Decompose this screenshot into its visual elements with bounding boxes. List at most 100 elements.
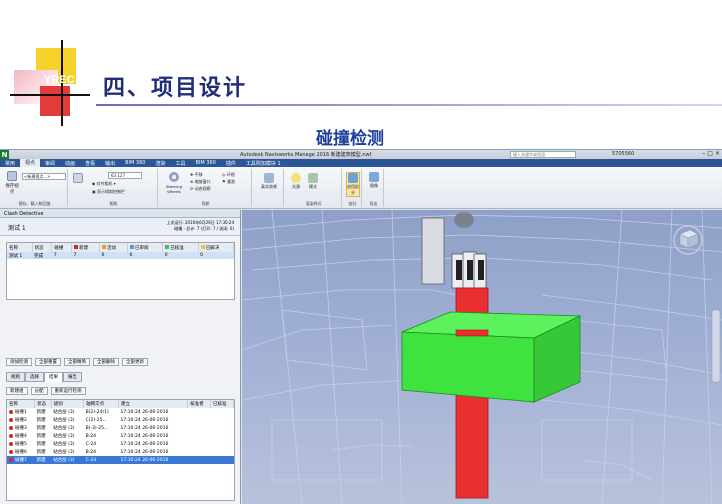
navisworks-logo-icon[interactable]: N <box>0 150 9 159</box>
lighting-button[interactable]: 光源 <box>289 173 303 190</box>
steering-wheels-button[interactable]: Steering Wheels <box>163 172 185 194</box>
results-header-0[interactable]: 名称 <box>7 400 36 408</box>
summary-header-0[interactable]: 名称 <box>7 243 33 252</box>
tab-1[interactable]: 视点 <box>20 159 41 167</box>
tab-4[interactable]: 查看 <box>80 160 100 167</box>
perspective-icon[interactable] <box>73 173 83 185</box>
results-header-4[interactable]: 建立 <box>118 400 189 408</box>
result-status[interactable]: 新建 <box>35 416 52 424</box>
result-status[interactable]: 新建 <box>35 432 52 440</box>
orbit-tool[interactable]: ⟳ 动态观察 <box>190 185 211 192</box>
viewpoint-select[interactable]: <新建视点...> <box>22 173 66 180</box>
result-approver <box>187 456 211 464</box>
field-of-view-input[interactable]: 63.127 <box>108 172 142 179</box>
summary-header-3[interactable]: 新建 <box>71 243 101 252</box>
results-header-3[interactable]: 轴网交点 <box>83 400 120 408</box>
tab-11[interactable]: 工具附加模块 1 <box>241 160 286 167</box>
tab-9[interactable]: BIM 360 <box>190 160 220 166</box>
test-info: 上次运行: 2016年6月26日 17:30:24 碰撞 - 总计: 7 (打开… <box>166 220 234 232</box>
save-viewpoint-button[interactable]: 保存视点 <box>4 171 20 195</box>
navigation-bar-panel[interactable] <box>711 309 721 383</box>
test-action-button-3[interactable]: 全部删除 <box>93 358 119 366</box>
results-header-2[interactable]: 级别 <box>51 400 85 408</box>
tab-2[interactable]: 审阅 <box>40 160 60 167</box>
export-image-button[interactable]: 图像 <box>367 172 381 189</box>
align-camera-button[interactable]: ◆ 对齐相机 ▾ <box>92 181 116 187</box>
clash-green-duct[interactable] <box>401 311 581 403</box>
result-approved <box>211 432 234 440</box>
result-status[interactable]: 新建 <box>34 456 52 464</box>
3d-viewport[interactable] <box>242 210 722 504</box>
result-approved <box>211 424 234 432</box>
tab-8[interactable]: 工具 <box>170 160 190 167</box>
walk-tool[interactable]: ⚑ 漫游 <box>222 178 235 185</box>
summary-header-5[interactable]: 已审阅 <box>127 243 164 252</box>
table-row[interactable]: 碰撞7 新建 站台层 (3) C-24 17:30:24 26-06-2016 <box>7 456 234 464</box>
tab-3[interactable]: 动画 <box>60 160 80 167</box>
test-action-button-0[interactable]: 添加检测 <box>6 358 32 366</box>
result-name: 碰撞6 <box>15 450 27 455</box>
result-name: 碰撞2 <box>15 418 27 423</box>
pipe-cluster <box>421 212 487 289</box>
maximize-icon[interactable]: □ <box>707 150 713 157</box>
render-mode-button[interactable]: 模式 <box>306 173 320 190</box>
user-name[interactable]: 5705560 <box>612 151 634 157</box>
result-created: 17:30:24 26-06-2016 <box>120 433 169 439</box>
clash-subtab-2[interactable]: 结果 <box>44 372 63 382</box>
clash-subtab-1[interactable]: 选择 <box>25 372 44 382</box>
test-action-button-2[interactable]: 全部精简 <box>64 358 90 366</box>
status-swatch-7 <box>200 245 205 249</box>
result-status[interactable]: 新建 <box>35 448 52 456</box>
results-tool-button-0[interactable]: 新建组 <box>6 386 28 395</box>
results-header-6[interactable]: 已核准 <box>210 400 234 408</box>
table-row[interactable]: 碰撞6 新建 站台层 (3) B-24 17:30:24 26-06-2016 <box>7 448 234 456</box>
show-tilt-button[interactable]: ▣ 显示倾斜控制栏 <box>92 189 125 195</box>
clash-subtab-3[interactable]: 报告 <box>63 372 82 382</box>
table-row[interactable]: 碰撞3 新建 站台层 (3) B(-3)-25... 17:30:24 26-06-20… <box>7 424 234 432</box>
pan-tool[interactable]: ✥ 平移 <box>190 171 211 178</box>
test-action-button-4[interactable]: 全部更新 <box>122 358 148 366</box>
results-header-5[interactable]: 核准者 <box>187 400 212 408</box>
table-row[interactable]: 碰撞2 新建 站台层 (3) C(2)-25... 17:30:24 26-06-201… <box>7 416 234 424</box>
table-row[interactable]: 碰撞5 新建 站台层 (3) C-24 17:30:24 26-06-2016 <box>7 440 234 448</box>
test-action-button-1[interactable]: 全部重置 <box>35 358 61 366</box>
table-row[interactable]: 碰撞4 新建 站台层 (3) B-24 17:30:24 26-06-2016 <box>7 432 234 440</box>
results-tool-button-2[interactable]: 重新运行检测 <box>50 386 86 395</box>
minimize-icon[interactable]: – <box>702 150 705 157</box>
result-status[interactable]: 新建 <box>35 424 52 432</box>
orbit-label: 动态观察 <box>194 186 211 191</box>
realism-button[interactable]: 真实效果 <box>258 173 280 190</box>
tab-7[interactable]: 渲染 <box>150 160 170 167</box>
result-status[interactable]: 新建 <box>35 408 52 416</box>
result-level: 站台层 (3) <box>53 426 75 431</box>
results-tool-button-1[interactable]: 分配 <box>30 386 48 395</box>
help-search-input[interactable]: 键入关键字或短语 <box>510 151 576 158</box>
tab-6[interactable]: BIM 360 <box>120 160 150 166</box>
tab-10[interactable]: 插件 <box>221 160 241 167</box>
table-row[interactable]: 测试 1 完成 7 7 0 0 0 0 <box>7 252 234 259</box>
result-created: 17:30:24 26-06-2016 <box>120 449 169 455</box>
close-icon[interactable]: × <box>715 150 720 157</box>
summary-header-4[interactable]: 活动 <box>99 243 128 252</box>
ribbon-group-label-camera: 相机 <box>109 201 118 206</box>
look-around-tool[interactable]: ◎ 环视 <box>222 171 235 178</box>
logo-horizontal-line <box>10 94 90 96</box>
logo-text: YREC <box>44 74 75 86</box>
summary-header-7[interactable]: 已解决 <box>198 243 235 252</box>
result-status[interactable]: 新建 <box>35 440 52 448</box>
clash-test-header[interactable]: 测试 1 上次运行: 2016年6月26日 17:30:24 碰撞 - 总计: … <box>0 218 240 236</box>
view-cube-icon[interactable] <box>673 225 703 255</box>
summary-header-6[interactable]: 已核准 <box>162 243 199 252</box>
enable-sectioning-button[interactable]: 启用剖分 <box>346 172 360 197</box>
clash-detective-pane: Clash Detective 测试 1 上次运行: 2016年6月26日 17… <box>0 210 241 504</box>
zoom-window-tool[interactable]: ⊕ 缩放窗口 <box>190 178 211 185</box>
clash-subtab-0[interactable]: 规则 <box>6 372 25 382</box>
tab-0[interactable]: 常用 <box>0 160 20 167</box>
table-row[interactable]: 碰撞1 新建 站台层 (3) B(2)-24(1) 17:30:24 26-06-201… <box>7 408 234 416</box>
results-header-1[interactable]: 状态 <box>34 400 52 408</box>
summary-header-1[interactable]: 状态 <box>32 243 53 252</box>
result-approver <box>188 408 211 416</box>
summary-header-2[interactable]: 碰撞 <box>51 243 73 252</box>
tab-5[interactable]: 输出 <box>100 160 120 167</box>
summary-header-label: 已审阅 <box>134 245 149 251</box>
